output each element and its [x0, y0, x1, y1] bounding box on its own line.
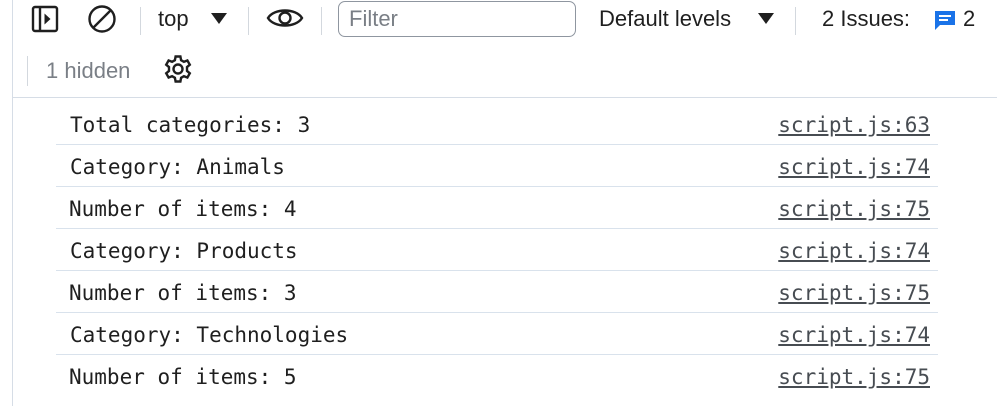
toolbar-separator — [795, 7, 796, 35]
console-row: Category: Animals script.js:74 — [56, 145, 938, 187]
console-settings-button[interactable] — [160, 53, 196, 89]
console-row: Number of items: 5 script.js:75 — [56, 355, 938, 397]
issues-label: 2 Issues: — [822, 6, 911, 31]
hidden-messages-count: 1 hidden — [46, 58, 131, 83]
toolbar-row-secondary: 1 hidden — [13, 48, 997, 94]
console-row: Category: Products script.js:74 — [56, 229, 938, 271]
console-message-text: Total categories: 3 — [70, 113, 311, 137]
toolbar-separator — [27, 56, 28, 86]
issues-button[interactable]: 2 Issues: 2 — [813, 0, 997, 40]
sidebar-toggle-button[interactable] — [27, 3, 63, 39]
live-expression-button[interactable] — [265, 2, 305, 38]
console-row: Number of items: 3 script.js:75 — [56, 271, 938, 313]
settings-gear-icon — [163, 54, 193, 89]
sidebar-toggle-icon — [30, 4, 60, 39]
source-link[interactable]: script.js:75 — [778, 281, 930, 305]
console-message-text: Category: Animals — [70, 155, 285, 179]
source-link[interactable]: script.js:63 — [778, 113, 930, 137]
chevron-down-icon — [758, 13, 774, 24]
source-link[interactable]: script.js:74 — [778, 323, 930, 347]
clear-console-icon — [86, 3, 118, 40]
issues-icon — [933, 8, 957, 37]
clear-console-button[interactable] — [84, 3, 120, 39]
context-selector[interactable]: top — [153, 0, 233, 40]
source-link[interactable]: script.js:74 — [778, 239, 930, 263]
log-levels-dropdown[interactable]: Default levels — [593, 0, 783, 40]
log-levels-label: Default levels — [599, 6, 732, 31]
console-message-text: Category: Products — [70, 239, 298, 263]
toolbar-separator — [140, 7, 141, 35]
toolbar-separator — [321, 7, 322, 35]
source-link[interactable]: script.js:74 — [778, 155, 930, 179]
console-row: Total categories: 3 script.js:63 — [56, 103, 938, 145]
source-link[interactable]: script.js:75 — [778, 197, 930, 221]
console-message-text: Number of items: 4 — [69, 197, 297, 221]
chevron-down-icon — [211, 13, 227, 24]
console-message-text: Category: Technologies — [70, 323, 349, 347]
filter-input[interactable] — [338, 1, 576, 37]
console-message-text: Number of items: 3 — [69, 281, 297, 305]
toolbar-row-main: top Default levels 2 Issues: — [13, 0, 997, 42]
eye-icon — [266, 5, 304, 36]
console-row: Category: Technologies script.js:74 — [56, 313, 938, 355]
source-link[interactable]: script.js:75 — [778, 365, 930, 389]
context-label: top — [158, 6, 189, 31]
console-message-text: Number of items: 5 — [69, 365, 297, 389]
console-toolbar: top Default levels 2 Issues: — [13, 0, 997, 98]
console-row: Number of items: 4 script.js:75 — [56, 187, 938, 229]
toolbar-separator — [248, 7, 249, 35]
issues-count: 2 — [963, 6, 976, 31]
console-messages: Total categories: 3 script.js:63 Categor… — [56, 103, 938, 397]
